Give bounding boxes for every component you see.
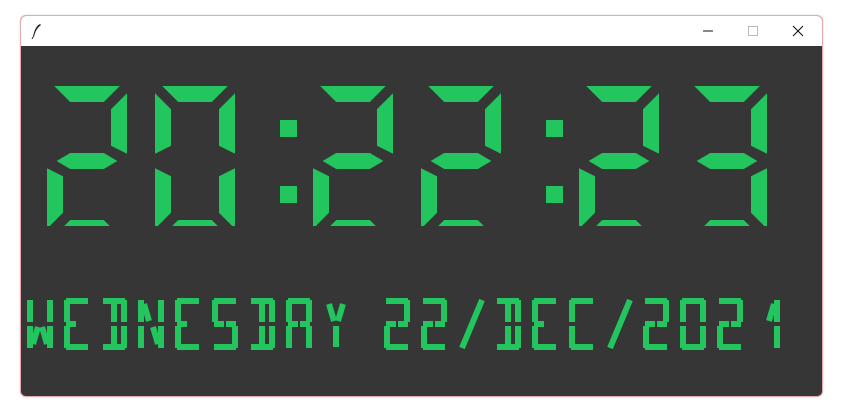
segment-h <box>326 303 337 322</box>
date-char <box>27 300 53 348</box>
time-digit-2 <box>47 86 127 226</box>
segment-e <box>421 168 437 226</box>
segment-b <box>485 93 501 154</box>
date-char <box>251 298 275 350</box>
segment-a <box>162 86 228 102</box>
segment-b <box>643 93 659 154</box>
app-window: 20:22:23 WEDNESDAY 22/DEC/2021 <box>20 15 823 397</box>
date-segments <box>27 298 780 350</box>
segment-n <box>150 326 161 345</box>
segment-a <box>694 86 760 102</box>
segment-e <box>155 168 171 226</box>
time-digit-2 <box>579 86 659 226</box>
date-char <box>175 298 199 350</box>
close-icon <box>792 25 804 37</box>
date-char <box>212 298 238 350</box>
segment-n <box>39 326 50 345</box>
segment-d <box>596 220 642 226</box>
maximize-button[interactable] <box>730 16 776 46</box>
date-char <box>766 300 780 348</box>
date-char <box>532 298 556 350</box>
colon-dot <box>546 186 563 203</box>
segment-d <box>330 220 376 226</box>
segment-e <box>313 168 329 226</box>
date-char <box>64 298 88 350</box>
colon-dot <box>546 120 563 137</box>
colon-dot <box>280 186 297 203</box>
segment-d <box>64 220 110 226</box>
feather-icon <box>31 24 41 39</box>
close-button[interactable] <box>775 16 821 46</box>
segment-a <box>54 86 120 102</box>
date-char <box>680 298 706 350</box>
segment-k <box>335 303 346 322</box>
time-segments <box>47 86 767 226</box>
segment-f <box>155 93 171 154</box>
date-char <box>569 298 593 350</box>
minimize-button[interactable] <box>685 16 731 46</box>
segment-c <box>219 168 235 226</box>
window-title <box>21 16 22 17</box>
segment-b <box>751 93 767 154</box>
time-digit-2 <box>421 86 501 226</box>
date-char <box>326 303 346 347</box>
time-digit-0 <box>155 86 235 226</box>
colon-dot <box>280 120 297 137</box>
segment-a <box>320 86 386 102</box>
date-char <box>384 298 410 350</box>
segment-k <box>766 303 777 322</box>
title-bar[interactable] <box>21 16 822 46</box>
segment-g <box>696 153 758 169</box>
segment-a <box>428 86 494 102</box>
date-slash <box>607 298 633 350</box>
time-colon <box>546 120 563 203</box>
segment-a <box>586 86 652 102</box>
segment-c <box>751 168 767 226</box>
date-char <box>138 300 164 348</box>
segment-d <box>172 220 218 226</box>
segment-i <box>30 326 41 345</box>
time-colon <box>280 120 297 203</box>
segment-e <box>579 168 595 226</box>
date-char <box>286 298 312 348</box>
maximize-icon <box>748 26 758 36</box>
clock-panel: 20:22:23 WEDNESDAY 22/DEC/2021 <box>21 46 822 396</box>
date-char <box>643 298 669 350</box>
date-char <box>497 298 521 350</box>
segment-g <box>430 153 492 169</box>
segment-g <box>588 153 650 169</box>
segment-h <box>141 303 152 322</box>
segment-d <box>438 220 484 226</box>
date-slash <box>459 298 485 350</box>
segment-g <box>56 153 118 169</box>
minimize-icon <box>703 30 713 32</box>
segment-b <box>219 93 235 154</box>
segment-d <box>704 220 750 226</box>
time-digit-2 <box>313 86 393 226</box>
segment-e <box>47 168 63 226</box>
date-char <box>717 298 743 350</box>
time-digit-3 <box>694 86 767 226</box>
date-char <box>103 298 127 350</box>
segment-b <box>111 93 127 154</box>
segment-b <box>377 93 393 154</box>
segment-g <box>322 153 384 169</box>
date-char <box>421 298 447 350</box>
